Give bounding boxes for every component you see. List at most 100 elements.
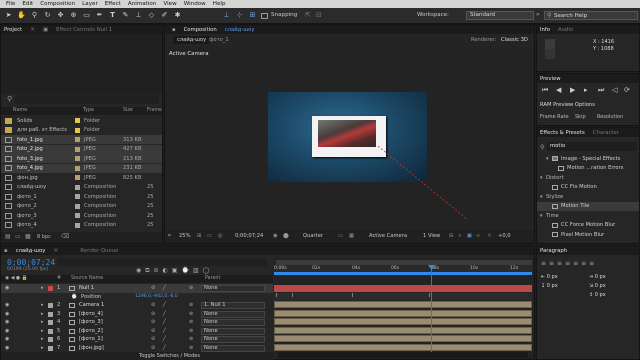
subtab-slideshow[interactable]: слайд-шоу [173,36,211,44]
label-color-swatch[interactable] [75,184,80,190]
keyframe-icon[interactable]: I [292,293,293,299]
timeline-layer-row[interactable]: ◉ ▸ 3 [фото_4] ⊘ ╱ ⊚ None [1,310,273,319]
header-size[interactable]: Size [123,108,133,113]
time-ruler[interactable]: 0:00s 02s 04s 06s 08s 10s 12s [274,265,532,275]
layer-bar-photo4[interactable] [274,309,532,317]
parent-select[interactable]: None [201,327,265,335]
indent-right[interactable]: ⇥ 0 px [589,274,606,280]
timeline-current-time[interactable]: 0;00;07;24 [7,258,55,267]
visibility-eye-icon[interactable]: ◉ [5,311,9,317]
first-frame-icon[interactable]: ⏮ [542,86,548,95]
menu-view[interactable]: View [163,1,176,7]
layer-bar-photo3[interactable] [274,318,532,325]
brush-tool-icon[interactable]: ✎ [121,11,130,20]
header-name[interactable]: Name [13,108,27,113]
visibility-eye-icon[interactable]: ◉ [5,285,9,291]
project-item[interactable]: foto_4.jpg JPEG 231 KB [1,163,162,173]
timeline-link-icon[interactable]: ▣ [467,233,472,239]
parent-pickwhip-icon[interactable]: ⊚ [189,311,193,317]
layer-switches[interactable]: ⊘ ╱ [151,302,169,308]
expand-layer-icon[interactable]: ▸ [41,345,44,351]
effect-item[interactable]: Motion ...ration Errors [537,164,639,173]
expand-layer-icon[interactable]: ▸ [41,285,44,291]
menu-composition[interactable]: Composition [40,1,75,7]
snapping-options-icon[interactable]: ⇱ [305,11,311,19]
tab-composition-name[interactable]: слайд-шоу [225,27,255,33]
trash-icon[interactable]: ⌫ [61,233,69,240]
visibility-eye-icon[interactable]: ◉ [5,345,9,351]
composition-viewer[interactable]: Active Camera [165,46,534,228]
workspace-select[interactable]: Standard [466,11,534,20]
layer-switches[interactable]: ⊘ ╱ [151,285,169,291]
tab-paragraph[interactable]: Paragraph [540,248,567,254]
header-source-name[interactable]: Source Name [71,276,103,281]
timeline-search-input[interactable] [57,258,267,266]
keyframe-icon[interactable]: I [276,293,277,299]
toggle-switches-modes[interactable]: Toggle Switches / Modes [139,353,200,359]
header-parent[interactable]: Parent [205,276,220,281]
label-color-swatch[interactable] [75,175,80,180]
axis-local-icon[interactable]: ⟂ [222,11,231,20]
eraser-tool-icon[interactable]: ◇ [147,11,156,20]
menu-layer[interactable]: Layer [82,1,98,7]
tab-effects-presets[interactable]: Effects & Presets [540,130,585,136]
project-item[interactable]: для ра6. эт Effects Folder [1,126,162,135]
tab-audio[interactable]: Audio [558,27,573,33]
snapping-edges-icon[interactable]: ⊟ [316,11,322,19]
label-color-swatch[interactable] [75,156,80,161]
close-icon[interactable]: × [53,247,58,254]
expand-layer-icon[interactable]: ▸ [41,302,44,308]
tab-character[interactable]: Character [593,130,619,136]
zoom-tool-icon[interactable]: ⚲ [30,11,39,20]
layer-bar-null[interactable] [274,285,532,292]
playhead[interactable] [431,266,432,358]
layer-label-swatch[interactable] [48,328,53,334]
layer-switches[interactable]: ⊘ ╱ [151,328,169,334]
project-item[interactable]: фото_2 Composition 25 [1,202,162,211]
lock-icon[interactable]: ▪ [172,27,176,33]
expand-layer-icon[interactable]: ▸ [41,319,44,325]
visibility-eye-icon[interactable]: ◉ [5,328,9,334]
layer-switches[interactable]: ⊘ ╱ [151,336,169,342]
timeline-layer-row[interactable]: ◉ ▸ 5 [фото_2] ⊘ ╱ ⊚ None [1,327,273,336]
parent-select[interactable]: None [201,344,265,352]
tab-composition[interactable]: Composition [184,27,217,33]
parent-pickwhip-icon[interactable]: ⊚ [189,302,193,308]
pen-tool-icon[interactable]: ✒ [95,11,104,20]
type-tool-icon[interactable]: T [108,11,117,20]
layer-bar-photo1[interactable] [274,335,532,342]
indent-left[interactable]: ⇤ 0 px [541,274,558,280]
play-icon[interactable]: ▶ [570,86,575,94]
expand-layer-icon[interactable]: ▸ [41,336,44,342]
parent-select[interactable]: 1. Null 1 [201,302,265,309]
tab-render-queue[interactable]: Render Queue [80,248,118,254]
label-color-swatch[interactable] [75,213,80,218]
fast-previews-icon[interactable]: ⚡ [458,233,462,239]
project-item[interactable]: фото_1 Composition 25 [1,192,162,201]
show-channel-icon[interactable]: ⬤ [283,233,289,239]
tab-effect-controls[interactable]: Effect Controls Null 1 [56,27,112,33]
menu-effect[interactable]: Effect [105,1,121,7]
effect-category[interactable]: ▾ Stylize [537,192,639,201]
stopwatch-icon[interactable]: ⌚ [71,294,77,300]
timeline-layer-row[interactable]: ◉ ▸ 4 [фото_3] ⊘ ╱ ⊚ None [1,318,273,327]
keyframe-icon[interactable]: I [352,293,353,299]
menu-help[interactable]: Help [213,1,226,7]
axis-world-icon[interactable]: ⊹ [235,11,244,20]
camera-select[interactable]: Active Camera [369,233,407,239]
snapping-checkbox[interactable] [261,13,268,19]
axis-view-icon[interactable]: ⊞ [248,11,257,20]
layer-label-swatch[interactable] [48,320,53,325]
flowchart-icon[interactable]: ⊹ [476,233,480,239]
parent-select[interactable]: None [201,310,265,318]
parent-select[interactable]: None [201,285,265,292]
layer-bar-camera[interactable] [274,301,532,308]
timeline-zoom-slider[interactable] [278,352,528,358]
timeline-layer-row[interactable]: ◉ ▸ 1 Null 1 ⊘ ╱ ⊚ None [1,284,273,293]
project-item[interactable]: foto_2.jpg JPEG 427 KB [1,144,162,154]
parent-select[interactable]: None [201,336,265,343]
close-icon[interactable]: × [30,26,35,33]
clone-stamp-tool-icon[interactable]: ⊥ [134,11,143,20]
project-item[interactable]: фото_3 Composition 25 [1,211,162,220]
view-layout-select[interactable]: 1 View [423,233,440,239]
